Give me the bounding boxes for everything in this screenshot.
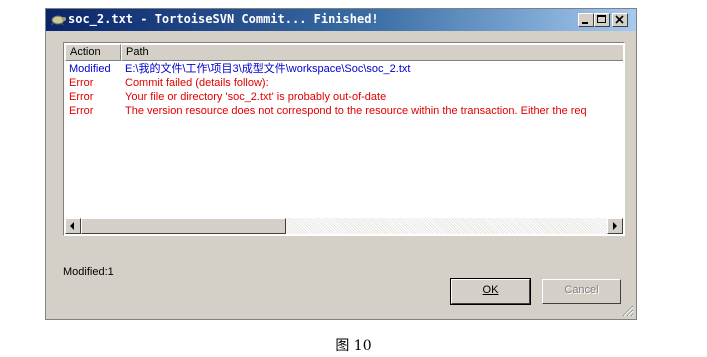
row-path: E:\我的文件\工作\项目3\成型文件\workspace\Soc\soc_2.… — [125, 63, 411, 75]
row-path: Commit failed (details follow): — [125, 77, 269, 89]
row-path: Your file or directory 'soc_2.txt' is pr… — [125, 91, 387, 103]
title-bar[interactable]: soc_2.txt - TortoiseSVN Commit... Finish… — [46, 9, 636, 31]
column-header-path[interactable]: Path — [121, 44, 623, 61]
close-icon[interactable] — [612, 13, 628, 27]
maximize-icon[interactable] — [594, 13, 610, 27]
resize-grip-icon[interactable] — [622, 305, 634, 317]
column-header-action[interactable]: Action — [65, 44, 121, 61]
minimize-icon[interactable] — [578, 13, 594, 27]
commit-results-list[interactable]: Action Path Modified E:\我的文件\工作\项目3\成型文件… — [63, 42, 625, 236]
scroll-left-arrow-icon[interactable] — [65, 218, 81, 234]
tortoise-icon — [51, 15, 66, 26]
figure-caption: 图 10 — [335, 338, 372, 354]
scroll-right-arrow-icon[interactable] — [607, 218, 623, 234]
commit-dialog: soc_2.txt - TortoiseSVN Commit... Finish… — [45, 8, 637, 320]
ok-button-label: OK — [482, 284, 499, 296]
row-action: Modified — [69, 63, 111, 75]
status-text: Modified:1 — [63, 266, 114, 278]
horizontal-scrollbar[interactable] — [65, 218, 623, 234]
row-action: Error — [69, 77, 94, 89]
scrollbar-thumb[interactable] — [81, 218, 286, 234]
row-action: Error — [69, 105, 94, 117]
cancel-button[interactable]: Cancel — [542, 279, 621, 304]
row-action: Error — [69, 91, 94, 103]
window-title: soc_2.txt - TortoiseSVN Commit... Finish… — [68, 12, 379, 26]
list-header: Action Path — [65, 44, 623, 61]
ok-button[interactable]: OK — [450, 278, 531, 305]
row-path: The version resource does not correspond… — [125, 105, 587, 117]
